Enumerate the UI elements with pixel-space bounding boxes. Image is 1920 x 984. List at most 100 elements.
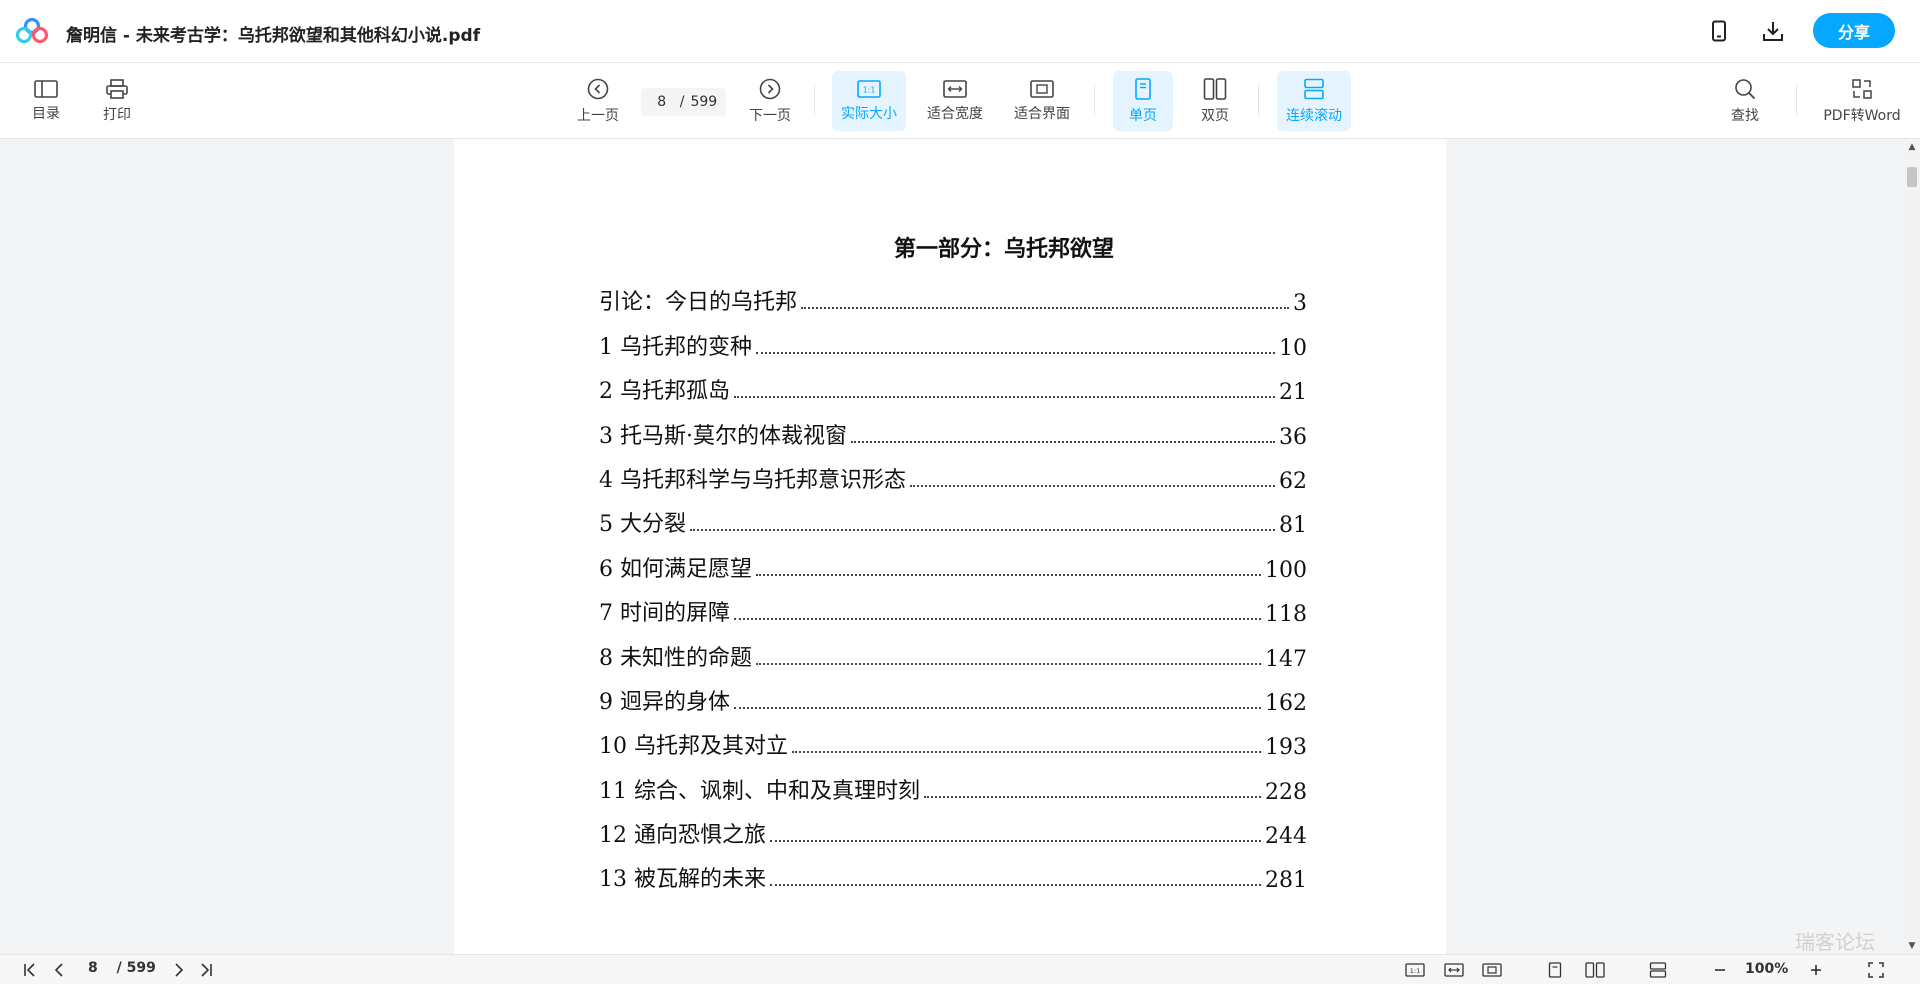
- page-indicator: / 599: [641, 88, 726, 116]
- continuous-scroll-icon: [1304, 78, 1324, 99]
- status-continuous-scroll-button[interactable]: [1647, 959, 1669, 981]
- chevron-right-circle-icon: [759, 78, 781, 99]
- actual-size-icon: 1:1: [857, 79, 881, 98]
- toc-entry-page: 81: [1279, 513, 1307, 539]
- toc-leader-dots: [910, 484, 1275, 487]
- svg-text:1:1: 1:1: [1410, 967, 1420, 975]
- next-page-button[interactable]: 下一页: [744, 71, 796, 131]
- toc-entry[interactable]: 9 迥异的身体 162: [599, 672, 1307, 716]
- double-page-icon: [1585, 962, 1605, 978]
- chevron-left-circle-icon: [587, 78, 609, 99]
- fit-page-icon: [1482, 963, 1502, 977]
- fit-width-label: 适合宽度: [927, 105, 983, 122]
- share-button[interactable]: 分享: [1813, 13, 1895, 48]
- phone-view-button[interactable]: [1706, 18, 1732, 44]
- toc-leader-dots: [770, 840, 1261, 843]
- prev-page-button[interactable]: 上一页: [572, 71, 624, 131]
- status-total-pages: / 599: [116, 960, 156, 976]
- toc-entry-title: 9 迥异的身体: [599, 689, 730, 715]
- fullscreen-button[interactable]: [1866, 959, 1886, 981]
- scroll-up-arrow-icon[interactable]: ▲: [1904, 139, 1920, 155]
- search-label: 查找: [1731, 107, 1759, 124]
- toc-entry-page: 100: [1265, 557, 1307, 583]
- toc-entry-page: 3: [1293, 291, 1307, 317]
- toc-entry[interactable]: 13 被瓦解的未来 281: [599, 849, 1307, 893]
- toc-entry-page: 228: [1265, 779, 1307, 805]
- section-title: 第一部分：乌托邦欲望: [893, 236, 1114, 262]
- pdf-to-word-label: PDF转Word: [1823, 107, 1901, 124]
- toc-entry[interactable]: 11 综合、讽刺、中和及真理时刻 228: [599, 760, 1307, 805]
- status-current-page[interactable]: 8: [88, 960, 98, 976]
- first-page-button[interactable]: [20, 959, 40, 981]
- single-page-icon: [1548, 962, 1562, 978]
- fit-width-icon: [943, 79, 967, 98]
- fit-page-label: 适合界面: [1014, 105, 1070, 122]
- prev-page-small-button[interactable]: [50, 959, 70, 981]
- pdf-to-word-button[interactable]: PDF转Word: [1818, 71, 1906, 131]
- toc-leader-dots: [850, 440, 1275, 443]
- scroll-down-arrow-icon[interactable]: ▼: [1904, 938, 1920, 954]
- fit-page-icon: [1030, 79, 1054, 98]
- toc-entry-title: 4 乌托邦科学与乌托邦意识形态: [599, 467, 906, 493]
- status-page-indicator: 8 / 599: [88, 960, 156, 976]
- toc-entry[interactable]: 3 托马斯·莫尔的体裁视窗 36: [599, 405, 1307, 450]
- toolbar-divider: [1258, 85, 1259, 115]
- scrollbar-thumb[interactable]: [1907, 167, 1917, 187]
- toc-entry-page: 193: [1265, 735, 1307, 761]
- download-button[interactable]: [1760, 18, 1786, 44]
- fit-page-button[interactable]: 适合界面: [1007, 71, 1077, 131]
- toc-entry[interactable]: 4 乌托邦科学与乌托邦意识形态 62: [599, 450, 1307, 494]
- svg-text:1:1: 1:1: [863, 85, 876, 94]
- pdf-page: 第一部分：乌托邦欲望 引论：今日的乌托邦 3 1 乌托邦的变种 10 2 乌托邦孤岛 21…: [454, 139, 1446, 954]
- actual-size-button[interactable]: 1:1 实际大小: [832, 71, 906, 131]
- toc-entry-page: 10: [1279, 335, 1307, 361]
- toc-entry[interactable]: 10 乌托邦及其对立 193: [599, 716, 1307, 760]
- single-page-button[interactable]: 单页: [1113, 71, 1173, 131]
- status-fit-page-button[interactable]: [1481, 959, 1503, 981]
- toc-entry[interactable]: 1 乌托邦的变种 10: [599, 316, 1307, 361]
- fit-width-button[interactable]: 适合宽度: [920, 71, 990, 131]
- toc-entry[interactable]: 6 如何满足愿望 100: [599, 538, 1307, 583]
- page-number-input[interactable]: [649, 94, 674, 110]
- chevron-right-icon: [175, 963, 184, 977]
- printer-icon: [106, 78, 128, 99]
- status-double-page-button[interactable]: [1583, 959, 1607, 981]
- download-icon: [1763, 22, 1783, 41]
- status-actual-size-button[interactable]: 1:1: [1404, 959, 1426, 981]
- status-fit-width-button[interactable]: [1443, 959, 1465, 981]
- toc-entry[interactable]: 8 未知性的命题 147: [599, 627, 1307, 672]
- continuous-scroll-icon: [1649, 962, 1667, 978]
- toc-leader-dots: [924, 795, 1261, 798]
- search-button[interactable]: 查找: [1725, 71, 1765, 131]
- title-bar: 詹明信 - 未来考古学：乌托邦欲望和其他科幻小说.pdf 分享: [0, 0, 1920, 63]
- next-page-small-button[interactable]: [168, 959, 188, 981]
- toolbar-divider: [1796, 85, 1797, 115]
- toc-entry[interactable]: 引论：今日的乌托邦 3: [599, 272, 1307, 316]
- phone-icon: [1712, 20, 1726, 42]
- chevron-left-icon: [54, 963, 63, 977]
- toc-entry[interactable]: 12 通向恐惧之旅 244: [599, 805, 1307, 849]
- toc-entry-title: 2 乌托邦孤岛: [599, 379, 730, 405]
- toc-entry[interactable]: 5 大分裂 81: [599, 494, 1307, 538]
- continuous-scroll-button[interactable]: 连续滚动: [1277, 71, 1351, 131]
- toc-entry[interactable]: 2 乌托邦孤岛 21: [599, 361, 1307, 405]
- continuous-scroll-label: 连续滚动: [1286, 107, 1342, 124]
- search-icon: [1735, 78, 1756, 99]
- last-page-button[interactable]: [196, 959, 216, 981]
- zoom-out-button[interactable]: [1710, 959, 1730, 981]
- toc-label: 目录: [32, 105, 60, 122]
- print-button[interactable]: 打印: [97, 71, 137, 131]
- double-page-button[interactable]: 双页: [1190, 71, 1240, 131]
- toc-entry-page: 162: [1265, 690, 1307, 716]
- vertical-scrollbar[interactable]: ▲ ▼: [1904, 139, 1920, 954]
- zoom-in-button[interactable]: [1806, 959, 1826, 981]
- status-single-page-button[interactable]: [1545, 959, 1565, 981]
- document-viewer[interactable]: 第一部分：乌托邦欲望 引论：今日的乌托邦 3 1 乌托邦的变种 10 2 乌托邦孤岛 21…: [0, 139, 1904, 954]
- next-page-label: 下一页: [749, 107, 791, 124]
- actual-size-icon: 1:1: [1405, 963, 1425, 977]
- toc-button[interactable]: 目录: [26, 71, 66, 131]
- toc-entry-page: 36: [1279, 424, 1307, 450]
- toc-leader-dots: [690, 529, 1275, 532]
- toc-entry[interactable]: 7 时间的屏障 118: [599, 583, 1307, 627]
- toc-entry-title: 13 被瓦解的未来: [599, 867, 766, 893]
